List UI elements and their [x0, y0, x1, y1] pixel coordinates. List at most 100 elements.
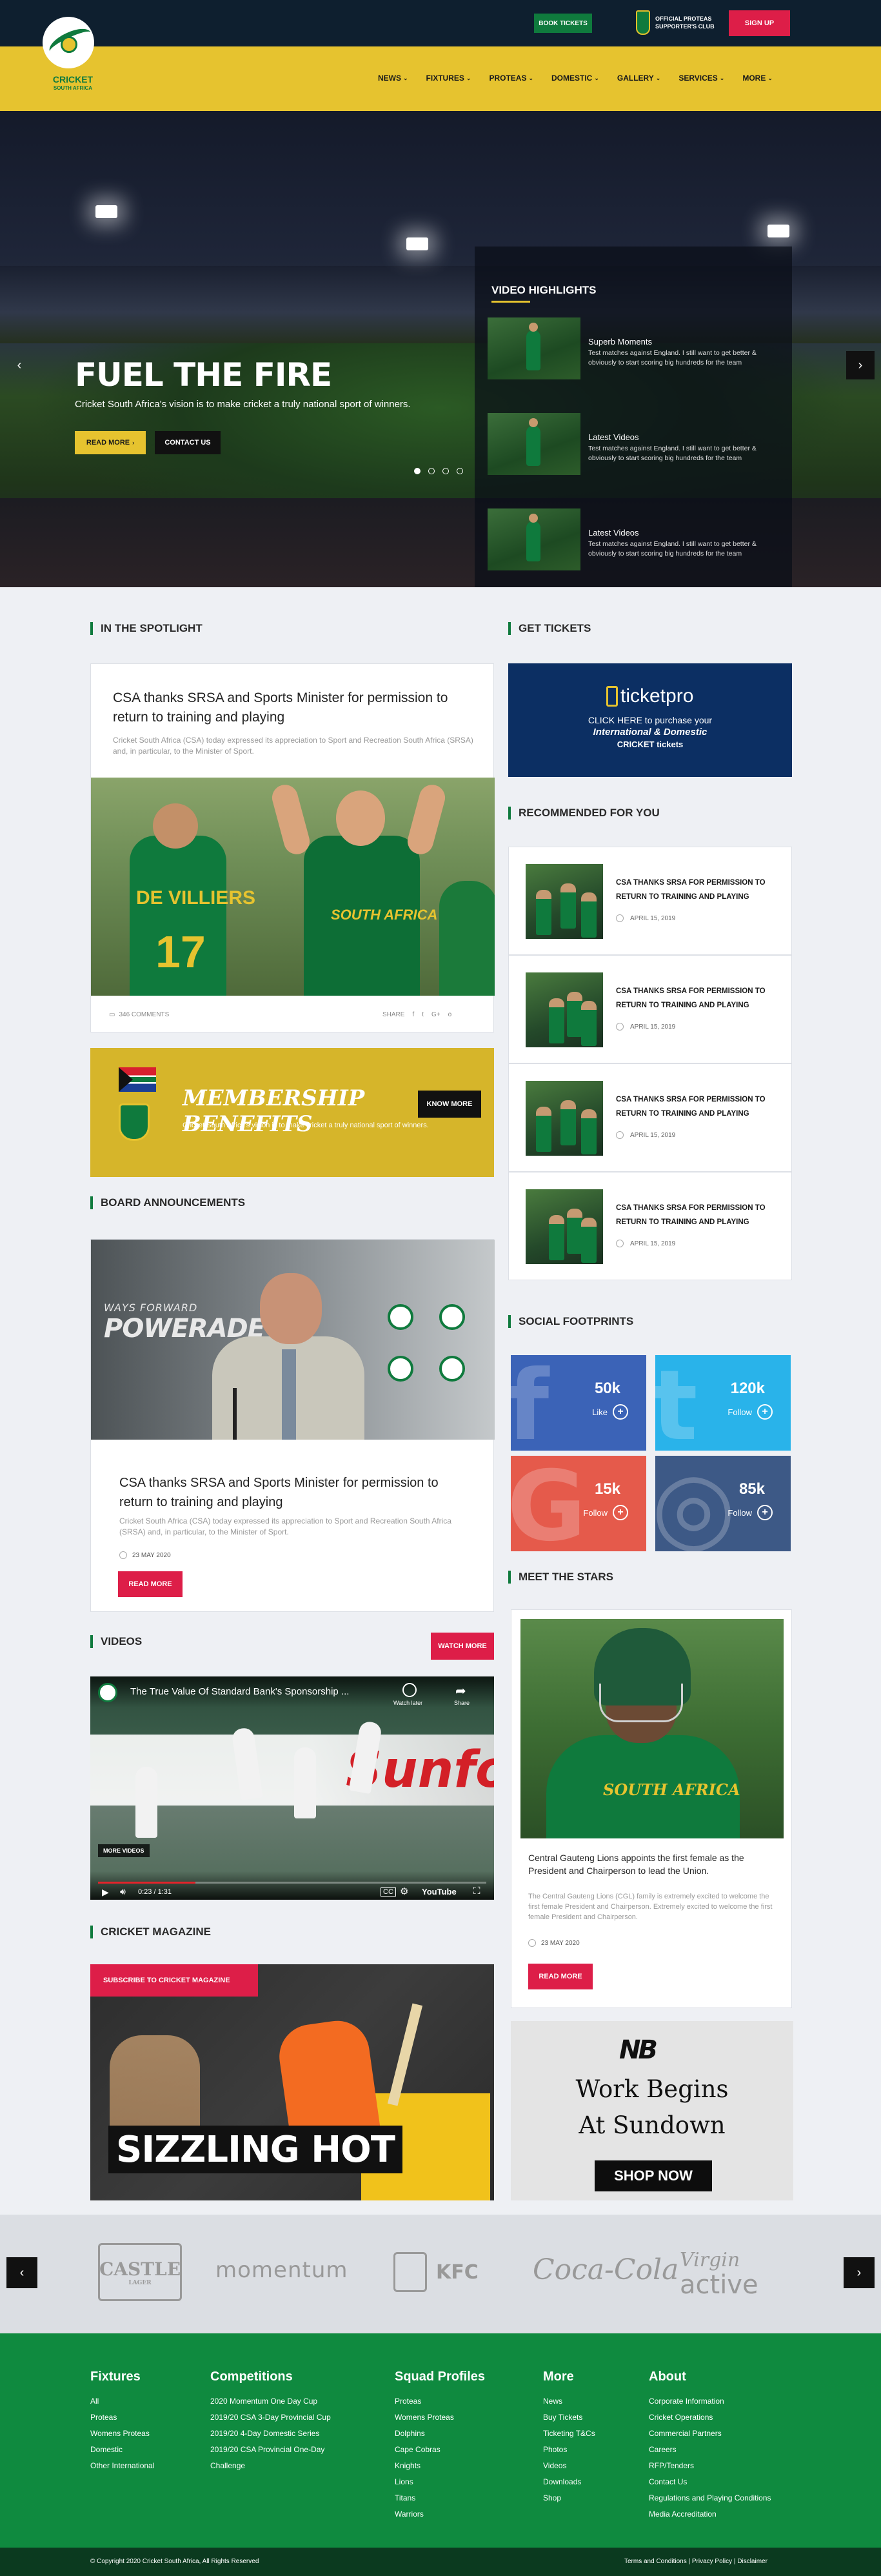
social-facebook-tile[interactable]: f 50k Like +	[511, 1355, 646, 1451]
membership-banner[interactable]: MEMBERSHIP BENEFITS Cricket South Africa…	[90, 1048, 494, 1177]
nav-item-more[interactable]: MORE ⌄	[742, 74, 773, 83]
fullscreen-icon[interactable]: ⛶	[473, 1886, 480, 1897]
settings-gear-icon[interactable]: ⚙	[400, 1886, 408, 1897]
instagram-share-icon[interactable]: o	[448, 1011, 452, 1018]
recommended-item[interactable]: CSA THANKS SRSA FOR PERMISSION TO RETURN…	[508, 1172, 792, 1280]
comments-count[interactable]: ▭ 346 COMMENTS	[109, 1011, 169, 1018]
footer-link[interactable]: 2019/20 CSA Provincial One-Day	[210, 2442, 331, 2458]
new-balance-ad[interactable]: NB Work Begins At Sundown SHOP NOW	[511, 2021, 793, 2200]
social-instagram-tile[interactable]: ◎ 85k Follow +	[655, 1456, 791, 1551]
progress-bar[interactable]	[98, 1882, 486, 1884]
hero-contact-button[interactable]: CONTACT US	[155, 431, 221, 454]
youtube-logo[interactable]: YouTube	[422, 1887, 457, 1897]
video-title[interactable]: The True Value Of Standard Bank's Sponso…	[130, 1686, 349, 1697]
kfc-logo[interactable]: KFC	[393, 2252, 479, 2292]
footer-link[interactable]: Photos	[543, 2442, 595, 2458]
star-read-more-button[interactable]: READ MORE	[528, 1964, 593, 1989]
footer-link[interactable]: 2019/20 CSA 3-Day Provincial Cup	[210, 2410, 331, 2426]
sign-up-button[interactable]: SIGN UP	[729, 10, 790, 36]
footer-link[interactable]: Cape Cobras	[395, 2442, 485, 2458]
facebook-share-icon[interactable]: f	[412, 1011, 414, 1018]
nav-item-news[interactable]: NEWS ⌄	[378, 74, 408, 83]
footer-link[interactable]: Contact Us	[649, 2474, 771, 2490]
footer-link[interactable]: Media Accreditation	[649, 2506, 771, 2522]
recommended-item[interactable]: CSA THANKS SRSA FOR PERMISSION TO RETURN…	[508, 955, 792, 1063]
board-read-more-button[interactable]: READ MORE	[118, 1571, 183, 1597]
footer-link[interactable]: Proteas	[90, 2410, 154, 2426]
virgin-active-logo[interactable]: Virgin active	[680, 2248, 758, 2298]
footer-link[interactable]: Ticketing T&Cs	[543, 2426, 595, 2442]
footer-link[interactable]: News	[543, 2393, 595, 2410]
footer-link[interactable]: Lions	[395, 2474, 485, 2490]
channel-logo-icon[interactable]	[98, 1683, 117, 1702]
slider-dot[interactable]	[414, 468, 421, 474]
twitter-share-icon[interactable]: t	[422, 1011, 424, 1018]
spotlight-card[interactable]: CSA thanks SRSA and Sports Minister for …	[90, 663, 495, 1032]
share-icon[interactable]: ➦	[455, 1683, 466, 1699]
google-plus-share-icon[interactable]: G+	[431, 1011, 440, 1018]
captions-icon[interactable]: CC	[381, 1887, 396, 1897]
footer-link[interactable]: Other International	[90, 2458, 154, 2474]
board-title[interactable]: CSA thanks SRSA and Sports Minister for …	[119, 1473, 468, 1512]
nav-item-fixtures[interactable]: FIXTURES ⌄	[426, 74, 471, 83]
nav-item-services[interactable]: SERVICES ⌄	[678, 74, 724, 83]
slider-dot[interactable]	[442, 468, 449, 474]
footer-link[interactable]: Buy Tickets	[543, 2410, 595, 2426]
star-title[interactable]: Central Gauteng Lions appoints the first…	[528, 1851, 773, 1877]
footer-link[interactable]: 2019/20 4-Day Domestic Series	[210, 2426, 331, 2442]
ticketpro-banner[interactable]: ticketpro CLICK HERE to purchase your In…	[508, 663, 792, 777]
footer-link[interactable]: Commercial Partners	[649, 2426, 771, 2442]
footer-link[interactable]: Womens Proteas	[90, 2426, 154, 2442]
slider-dot[interactable]	[457, 468, 463, 474]
slider-dot[interactable]	[428, 468, 435, 474]
know-more-button[interactable]: KNOW MORE	[418, 1091, 481, 1118]
footer-link[interactable]: All	[90, 2393, 154, 2410]
board-card[interactable]: WAYS FORWARD POWERADE CSA thanks SRSA an…	[90, 1239, 495, 1612]
star-card[interactable]: SOUTH AFRICA Central Gauteng Lions appoi…	[511, 1609, 792, 2008]
nav-item-gallery[interactable]: GALLERY ⌄	[617, 74, 660, 83]
footer-link[interactable]: Domestic	[90, 2442, 154, 2458]
nav-item-domestic[interactable]: DOMESTIC ⌄	[551, 74, 599, 83]
video-player[interactable]: Sunfoil The True Value Of Standard Bank'…	[90, 1676, 494, 1900]
shop-now-button[interactable]: SHOP NOW	[595, 2160, 712, 2191]
footer-link[interactable]: Videos	[543, 2458, 595, 2474]
footer-link[interactable]: Warriors	[395, 2506, 485, 2522]
cricket-sa-logo[interactable]: CRICKET SOUTH AFRICA	[37, 17, 115, 101]
watch-later-icon[interactable]	[402, 1683, 417, 1697]
watch-more-button[interactable]: WATCH MORE	[431, 1633, 494, 1660]
footer-link[interactable]: Womens Proteas	[395, 2410, 485, 2426]
footer-link[interactable]: Challenge	[210, 2458, 331, 2474]
nav-item-proteas[interactable]: PROTEAS ⌄	[489, 74, 533, 83]
footer-link[interactable]: Shop	[543, 2490, 595, 2506]
footer-link[interactable]: Proteas	[395, 2393, 485, 2410]
footer-link[interactable]: Cricket Operations	[649, 2410, 771, 2426]
magazine-cover[interactable]: SUBSCRIBE TO CRICKET MAGAZINE SIZZLING H…	[90, 1964, 494, 2200]
social-google-plus-tile[interactable]: G 15k Follow +	[511, 1456, 646, 1551]
more-videos-button[interactable]: MORE VIDEOS	[98, 1844, 150, 1857]
volume-icon[interactable]: 🔊︎	[120, 1886, 126, 1897]
footer-link[interactable]: Downloads	[543, 2474, 595, 2490]
footer-link[interactable]: 2020 Momentum One Day Cup	[210, 2393, 331, 2410]
book-tickets-button[interactable]: BOOK TICKETS	[534, 14, 592, 33]
spotlight-title[interactable]: CSA thanks SRSA and Sports Minister for …	[113, 689, 474, 727]
sponsors-prev-arrow-icon[interactable]: ‹	[6, 2257, 37, 2288]
supporters-club-link[interactable]: OFFICIAL PROTEAS SUPPORTER'S CLUB	[636, 10, 726, 35]
subscribe-button[interactable]: SUBSCRIBE TO CRICKET MAGAZINE	[90, 1964, 258, 1997]
momentum-logo[interactable]: momentum	[215, 2257, 348, 2283]
footer-link[interactable]: Corporate Information	[649, 2393, 771, 2410]
footer-link[interactable]: Regulations and Playing Conditions	[649, 2490, 771, 2506]
footer-link[interactable]: Dolphins	[395, 2426, 485, 2442]
play-icon[interactable]: ▶	[102, 1887, 109, 1898]
video-highlight-item[interactable]: Latest Videos Test matches against Englan…	[488, 508, 784, 573]
footer-link[interactable]: Careers	[649, 2442, 771, 2458]
footer-link[interactable]: Knights	[395, 2458, 485, 2474]
footer-link[interactable]: Titans	[395, 2490, 485, 2506]
social-twitter-tile[interactable]: t 120k Follow +	[655, 1355, 791, 1451]
recommended-item[interactable]: CSA THANKS SRSA FOR PERMISSION TO RETURN…	[508, 847, 792, 955]
video-highlight-item[interactable]: Superb Moments Test matches against Engla…	[488, 317, 784, 382]
coca-cola-logo[interactable]: Coca-Cola	[533, 2253, 678, 2286]
sponsors-next-arrow-icon[interactable]: ›	[844, 2257, 875, 2288]
recommended-item[interactable]: CSA THANKS SRSA FOR PERMISSION TO RETURN…	[508, 1063, 792, 1172]
legal-links[interactable]: Terms and Conditions | Privacy Policy | …	[624, 2558, 767, 2565]
hero-prev-arrow-icon[interactable]: ‹	[5, 351, 34, 379]
